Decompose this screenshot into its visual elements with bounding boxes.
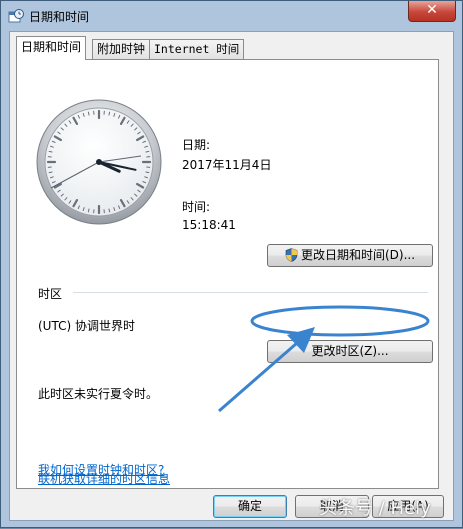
- clock-minute-tick: [88, 112, 89, 115]
- ok-button[interactable]: 确定: [213, 495, 287, 518]
- tab-panel-date-time: 日期: 2017年11月4日 时间: 15:18:41 更改日期和时间(D)..…: [16, 59, 439, 489]
- how-to-set-clock-link[interactable]: 我如何设置时钟和时区?: [38, 461, 164, 478]
- time-value: 15:18:41: [182, 218, 236, 232]
- change-date-time-label: 更改日期和时间(D)...: [301, 248, 415, 262]
- timezone-section-label: 时区: [38, 285, 62, 302]
- clock-minute-tick: [88, 209, 89, 212]
- close-button[interactable]: ✕: [408, 1, 456, 22]
- ok-label: 确定: [238, 499, 262, 513]
- date-value: 2017年11月4日: [182, 156, 271, 173]
- title-bar[interactable]: 日期和时间 ✕: [1, 1, 462, 31]
- tab-label: 附加时钟: [97, 42, 145, 56]
- date-label: 日期:: [182, 136, 210, 153]
- dialog-client-area: 日期和时间 附加时钟 Internet 时间: [9, 31, 454, 521]
- tab-date-time[interactable]: 日期和时间: [16, 36, 86, 60]
- clock-minute-tick: [109, 112, 110, 115]
- tab-label: 日期和时间: [21, 40, 81, 54]
- clock-minute-tick: [146, 172, 149, 173]
- clock-minute-tick: [146, 151, 149, 152]
- clock-minute-tick: [109, 209, 110, 212]
- tab-label: Internet 时间: [154, 42, 239, 56]
- clock-minute-tick: [49, 151, 52, 152]
- analog-clock: [35, 98, 163, 226]
- watermark: 头条号 / Hely: [319, 494, 431, 520]
- change-date-time-button[interactable]: 更改日期和时间(D)...: [267, 244, 433, 267]
- change-timezone-button[interactable]: 更改时区(Z)...: [267, 340, 433, 363]
- uac-shield-icon: [285, 248, 298, 262]
- tab-internet-time[interactable]: Internet 时间: [149, 39, 244, 59]
- clock-calendar-icon: [8, 8, 24, 24]
- window-title: 日期和时间: [29, 8, 89, 25]
- date-time-dialog: 日期和时间 ✕ 日期和时间 附加时钟 Internet 时间: [0, 0, 463, 528]
- timezone-divider: [73, 292, 428, 293]
- dst-note: 此时区未实行夏令时。: [38, 385, 158, 402]
- tab-additional-clocks[interactable]: 附加时钟: [92, 39, 150, 59]
- change-timezone-label: 更改时区(Z)...: [311, 344, 388, 358]
- close-icon: ✕: [426, 2, 438, 18]
- clock-minute-tick: [49, 172, 52, 173]
- time-label: 时间:: [182, 198, 210, 215]
- timezone-current: (UTC) 协调世界时: [38, 317, 135, 334]
